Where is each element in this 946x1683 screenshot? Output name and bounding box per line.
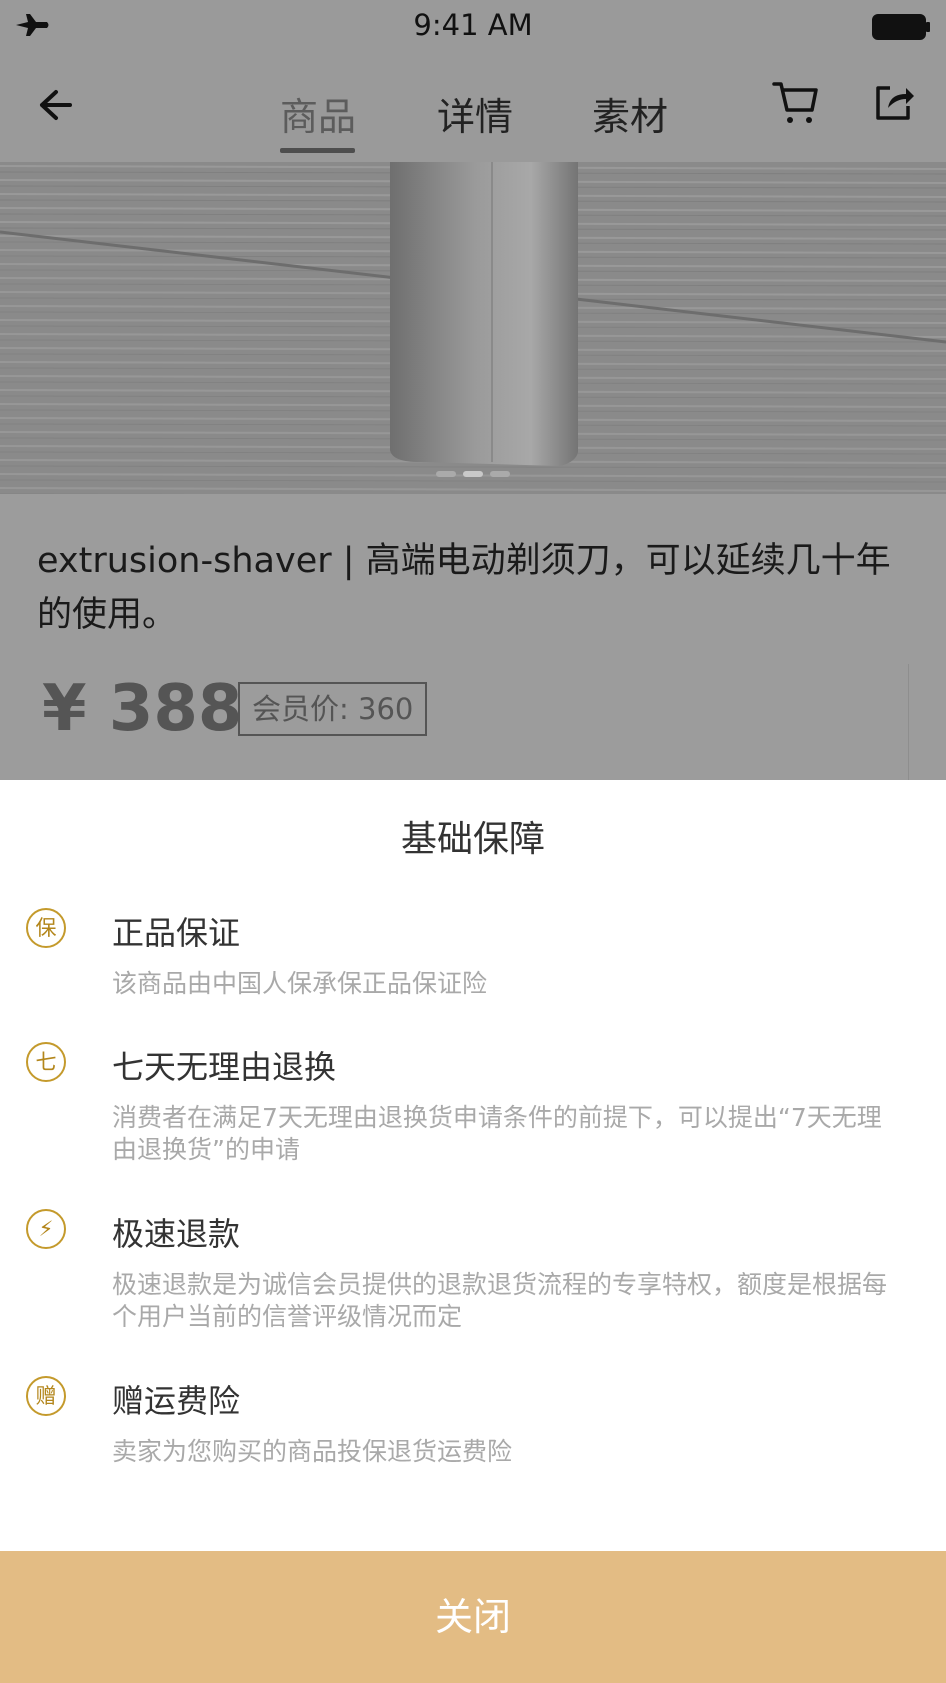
tab-product[interactable]: 商品 [280,86,356,141]
active-tab-indicator [280,148,355,153]
seven-day-badge-icon: 七 [26,1042,66,1082]
cart-icon[interactable] [772,78,820,130]
authentic-badge-icon: 保 [26,908,66,948]
divider [908,664,909,780]
guarantee-desc: 消费者在满足7天无理由退换货申请条件的前提下，可以提出“7天无理由退换货”的申请 [112,1103,882,1164]
member-price-tag: 会员价: 360 [238,682,428,736]
gift-badge-icon: 赠 [26,1376,66,1416]
close-button[interactable]: 关闭 [0,1551,946,1683]
carousel-indicator [436,462,517,481]
carousel-dot-active [463,471,483,477]
lightning-badge-icon: ⚡ [26,1209,66,1249]
sheet-title: 基础保障 [400,819,545,860]
product-image-carousel[interactable] [0,162,946,494]
status-bar: 9:41 AM [0,0,946,52]
status-time: 9:41 AM [413,8,533,42]
tab-detail[interactable]: 详情 [437,86,513,141]
share-icon[interactable] [872,80,916,128]
carousel-dot [490,471,510,477]
product-photo [0,162,946,494]
carousel-dot [436,471,456,477]
guarantee-title: 七天无理由退换 [112,1048,337,1086]
product-title: extrusion-shaver | 高端电动剃须刀，可以延续几十年的使用。 [37,541,891,635]
guarantee-desc: 该商品由中国人保承保正品保证险 [112,969,488,998]
battery-icon [872,14,932,44]
back-arrow-icon[interactable] [36,86,74,128]
tab-material[interactable]: 素材 [592,86,668,141]
product-info: extrusion-shaver | 高端电动剃须刀，可以延续几十年的使用。 ¥… [0,494,946,780]
guarantee-title: 赠运费险 [112,1382,241,1420]
guarantee-desc: 卖家为您购买的商品投保退货运费险 [112,1437,513,1466]
guarantee-desc: 极速退款是为诚信会员提供的退款退货流程的专享特权，额度是根据每个用户当前的信誉评… [112,1270,888,1331]
guarantee-title: 极速退款 [112,1215,241,1253]
guarantee-title: 正品保证 [112,914,241,952]
guarantee-sheet: 基础保障 保 正品保证 该商品由中国人保承保正品保证险 七 七天无理由退换 消费… [0,780,946,1683]
nav-bar: 商品 详情 素材 [0,52,946,162]
product-price: ¥ 388 [42,672,243,746]
